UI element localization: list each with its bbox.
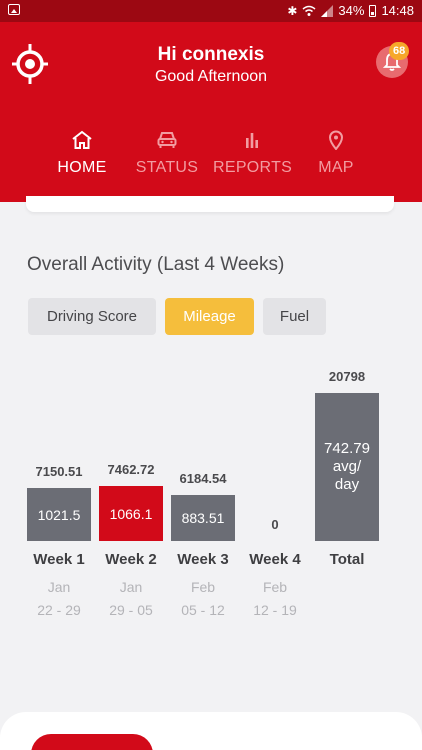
- chart-date-range: 12 - 19: [253, 602, 297, 618]
- tab-map[interactable]: MAP: [312, 130, 360, 177]
- wifi-icon: [302, 5, 316, 16]
- tab-mileage[interactable]: Mileage: [165, 298, 254, 335]
- app-header: Hi connexis Good Afternoon 68 HOME STATU…: [0, 22, 422, 202]
- tab-fuel[interactable]: Fuel: [263, 298, 326, 335]
- chart-bar-inner-label: 742.79 avg/ day: [324, 440, 370, 493]
- signal-icon: [321, 4, 334, 17]
- car-icon: [157, 132, 177, 148]
- section-title: Overall Activity (Last 4 Weeks): [27, 254, 285, 275]
- battery-percent: 34%: [338, 3, 365, 18]
- chart-bar-total: 742.79 avg/ day: [315, 393, 379, 541]
- tab-home[interactable]: HOME: [52, 130, 112, 177]
- chart-bar: 1021.5: [27, 488, 91, 541]
- mileage-chart: 1021.5 7150.51 Week 1 Jan 22 - 29 1066.1 7462.…: [0, 350, 422, 640]
- chart-value-label: 6184.54: [179, 471, 227, 487]
- chart-bar: 883.51: [171, 495, 235, 541]
- chart-value-label: 20798: [328, 369, 366, 384]
- chart-category-label: Total: [329, 551, 365, 568]
- chart-bar: 1066.1: [99, 486, 163, 541]
- subgreeting: Good Afternoon: [154, 68, 268, 85]
- bluetooth-icon: ✱: [287, 3, 298, 18]
- clock: 14:48: [381, 3, 414, 18]
- tab-driving-score[interactable]: Driving Score: [28, 298, 156, 335]
- map-pin-icon: [328, 130, 344, 150]
- chart-bar-inner-label: 883.51: [181, 510, 225, 527]
- tab-status-label: STATUS: [135, 159, 199, 176]
- tab-map-label: MAP: [318, 159, 354, 176]
- tab-status[interactable]: STATUS: [134, 130, 200, 177]
- chart-value-label: 0: [271, 517, 279, 532]
- tab-reports-label: REPORTS: [213, 159, 293, 176]
- bar-chart-icon: [246, 133, 258, 148]
- status-bar: ✱ 34% 14:48: [0, 0, 422, 22]
- tab-home-label: HOME: [57, 159, 107, 176]
- tab-reports[interactable]: REPORTS: [213, 130, 293, 177]
- next-card-button[interactable]: [31, 734, 153, 750]
- chart-bar-inner-label: 1066.1: [109, 505, 153, 522]
- chart-date-month: Feb: [262, 579, 288, 595]
- battery-icon: [369, 4, 377, 17]
- notification-badge: 68: [389, 42, 410, 60]
- home-icon: [72, 130, 92, 149]
- main-nav: HOME STATUS REPORTS MAP: [0, 130, 422, 200]
- greeting: Hi connexis: [157, 44, 265, 65]
- image-icon: [8, 4, 20, 15]
- chart-bar-inner-label: 1021.5: [37, 506, 81, 523]
- summary-card-bottom-edge: [26, 196, 394, 212]
- status-icons: ✱ 34% 14:48: [287, 3, 414, 18]
